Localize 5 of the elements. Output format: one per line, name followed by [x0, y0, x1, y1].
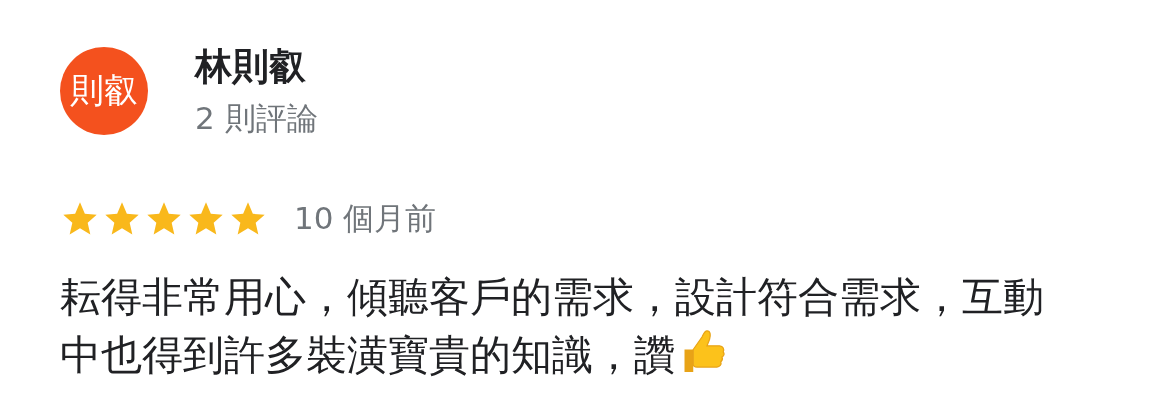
review-text: 耘得非常用心，傾聽客戶的需求，設計符合需求，互動中也得到許多裝潢寶貴的知識，讚: [60, 272, 1045, 381]
reviewer-name[interactable]: 林則叡: [195, 42, 318, 92]
review-count: 2 則評論: [195, 99, 318, 138]
avatar: 則叡: [60, 47, 148, 135]
review-time: 10 個月前: [294, 199, 437, 238]
